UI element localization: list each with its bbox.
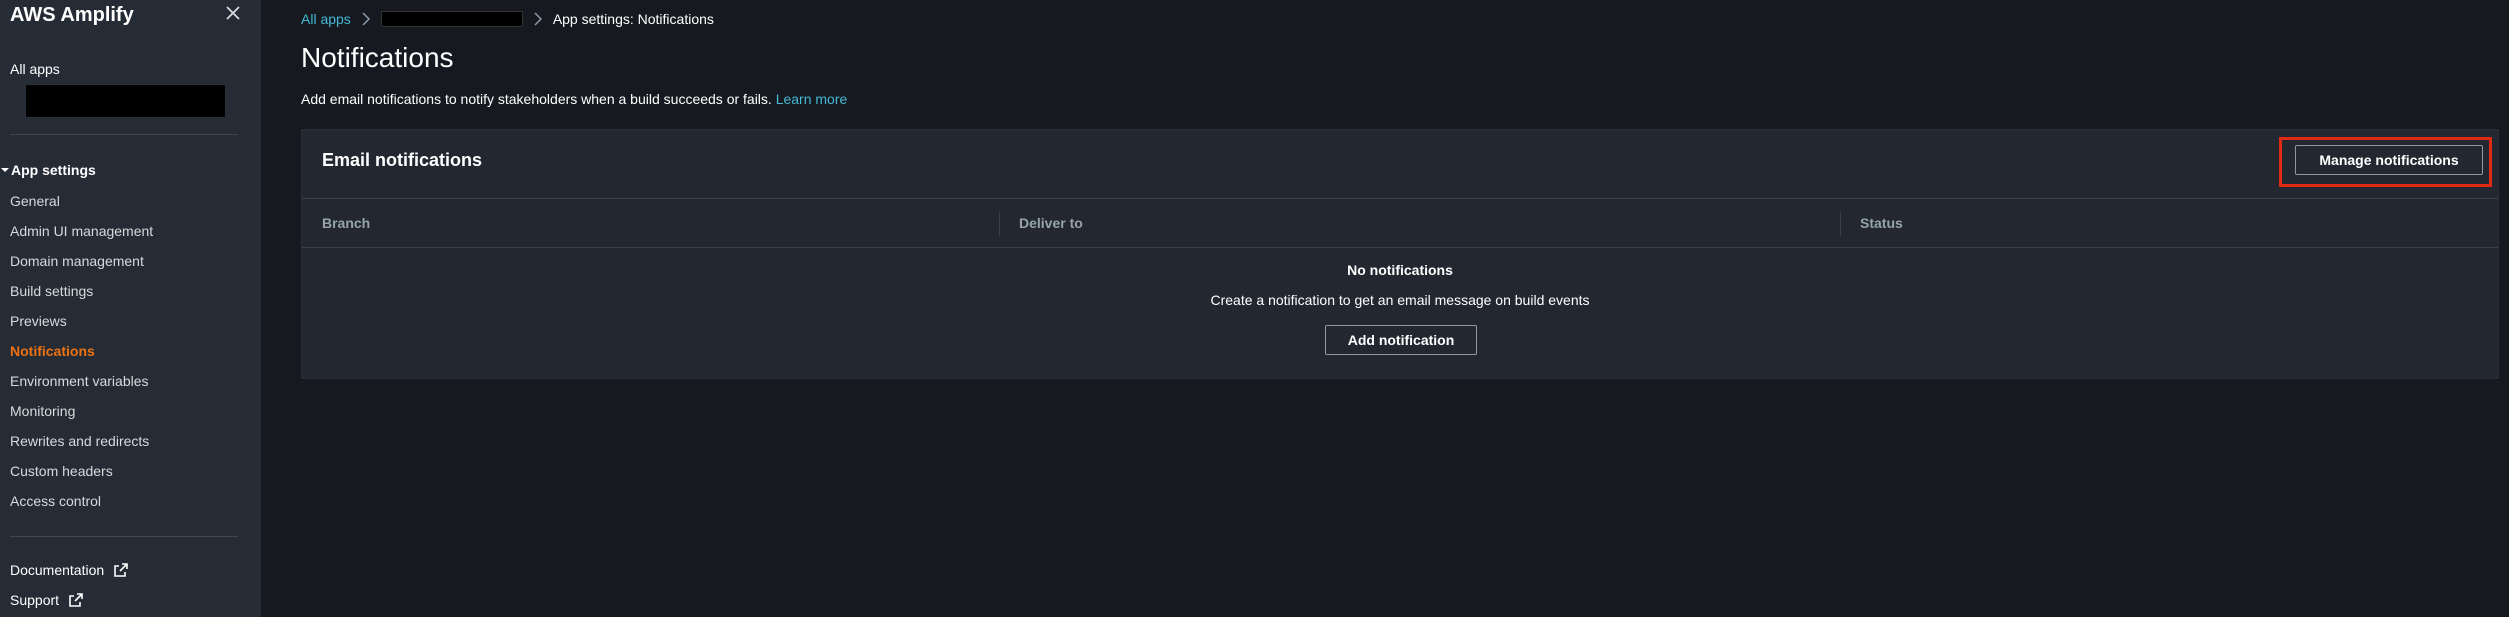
- learn-more-link[interactable]: Learn more: [776, 91, 848, 107]
- close-icon[interactable]: [222, 2, 244, 24]
- caret-down-icon: [1, 168, 9, 172]
- sidebar-section-label: App settings: [11, 162, 96, 178]
- add-notification-button[interactable]: Add notification: [1325, 325, 1477, 355]
- column-header-deliver-to[interactable]: Deliver to: [1019, 215, 1083, 231]
- sidebar-link-support[interactable]: Support: [10, 592, 84, 608]
- support-label: Support: [10, 592, 60, 608]
- description-text: Add email notifications to notify stakeh…: [301, 91, 772, 107]
- sidebar-item-notifications[interactable]: Notifications: [10, 343, 95, 359]
- column-divider: [1840, 211, 1841, 236]
- redacted-app-name: [25, 84, 226, 118]
- sidebar-item-general[interactable]: General: [10, 193, 60, 209]
- redacted-app-crumb[interactable]: [380, 11, 523, 27]
- breadcrumb-current: App settings: Notifications: [552, 11, 714, 27]
- sidebar-item-environment-variables[interactable]: Environment variables: [10, 373, 149, 389]
- column-divider: [999, 211, 1000, 236]
- external-link-icon: [69, 593, 83, 607]
- column-header-branch[interactable]: Branch: [322, 215, 370, 231]
- sidebar: AWS Amplify All apps App settings Genera…: [0, 0, 261, 617]
- sidebar-item-monitoring[interactable]: Monitoring: [10, 403, 75, 419]
- breadcrumb: All apps App settings: Notifications: [301, 11, 714, 27]
- external-link-icon: [114, 563, 128, 577]
- sidebar-item-build-settings[interactable]: Build settings: [10, 283, 93, 299]
- panel-header: Email notifications Manage notifications: [302, 130, 2498, 199]
- breadcrumb-all-apps[interactable]: All apps: [301, 11, 351, 27]
- table-header: Branch Deliver to Status: [302, 199, 2498, 248]
- documentation-label: Documentation: [10, 562, 105, 578]
- sidebar-divider: [10, 134, 238, 135]
- empty-state-description: Create a notification to get an email me…: [1210, 292, 1590, 308]
- sidebar-section-app-settings[interactable]: App settings: [0, 162, 96, 178]
- chevron-right-icon: [362, 12, 370, 26]
- sidebar-item-admin-ui-management[interactable]: Admin UI management: [10, 223, 153, 239]
- page-title: Notifications: [301, 42, 454, 73]
- column-header-status[interactable]: Status: [1860, 215, 1903, 231]
- page-description: Add email notifications to notify stakeh…: [301, 91, 847, 107]
- sidebar-item-custom-headers[interactable]: Custom headers: [10, 463, 113, 479]
- sidebar-item-previews[interactable]: Previews: [10, 313, 67, 329]
- empty-state-title: No notifications: [1347, 262, 1453, 278]
- sidebar-item-rewrites-and-redirects[interactable]: Rewrites and redirects: [10, 433, 149, 449]
- manage-notifications-button[interactable]: Manage notifications: [2295, 145, 2483, 175]
- app-title: AWS Amplify: [10, 4, 134, 26]
- sidebar-link-documentation[interactable]: Documentation: [10, 562, 129, 578]
- email-notifications-panel: Email notifications Manage notifications…: [301, 129, 2499, 379]
- chevron-right-icon: [534, 12, 542, 26]
- sidebar-item-domain-management[interactable]: Domain management: [10, 253, 144, 269]
- panel-title: Email notifications: [322, 150, 483, 170]
- sidebar-item-access-control[interactable]: Access control: [10, 493, 101, 509]
- sidebar-all-apps-link[interactable]: All apps: [10, 61, 60, 77]
- sidebar-divider: [10, 536, 238, 537]
